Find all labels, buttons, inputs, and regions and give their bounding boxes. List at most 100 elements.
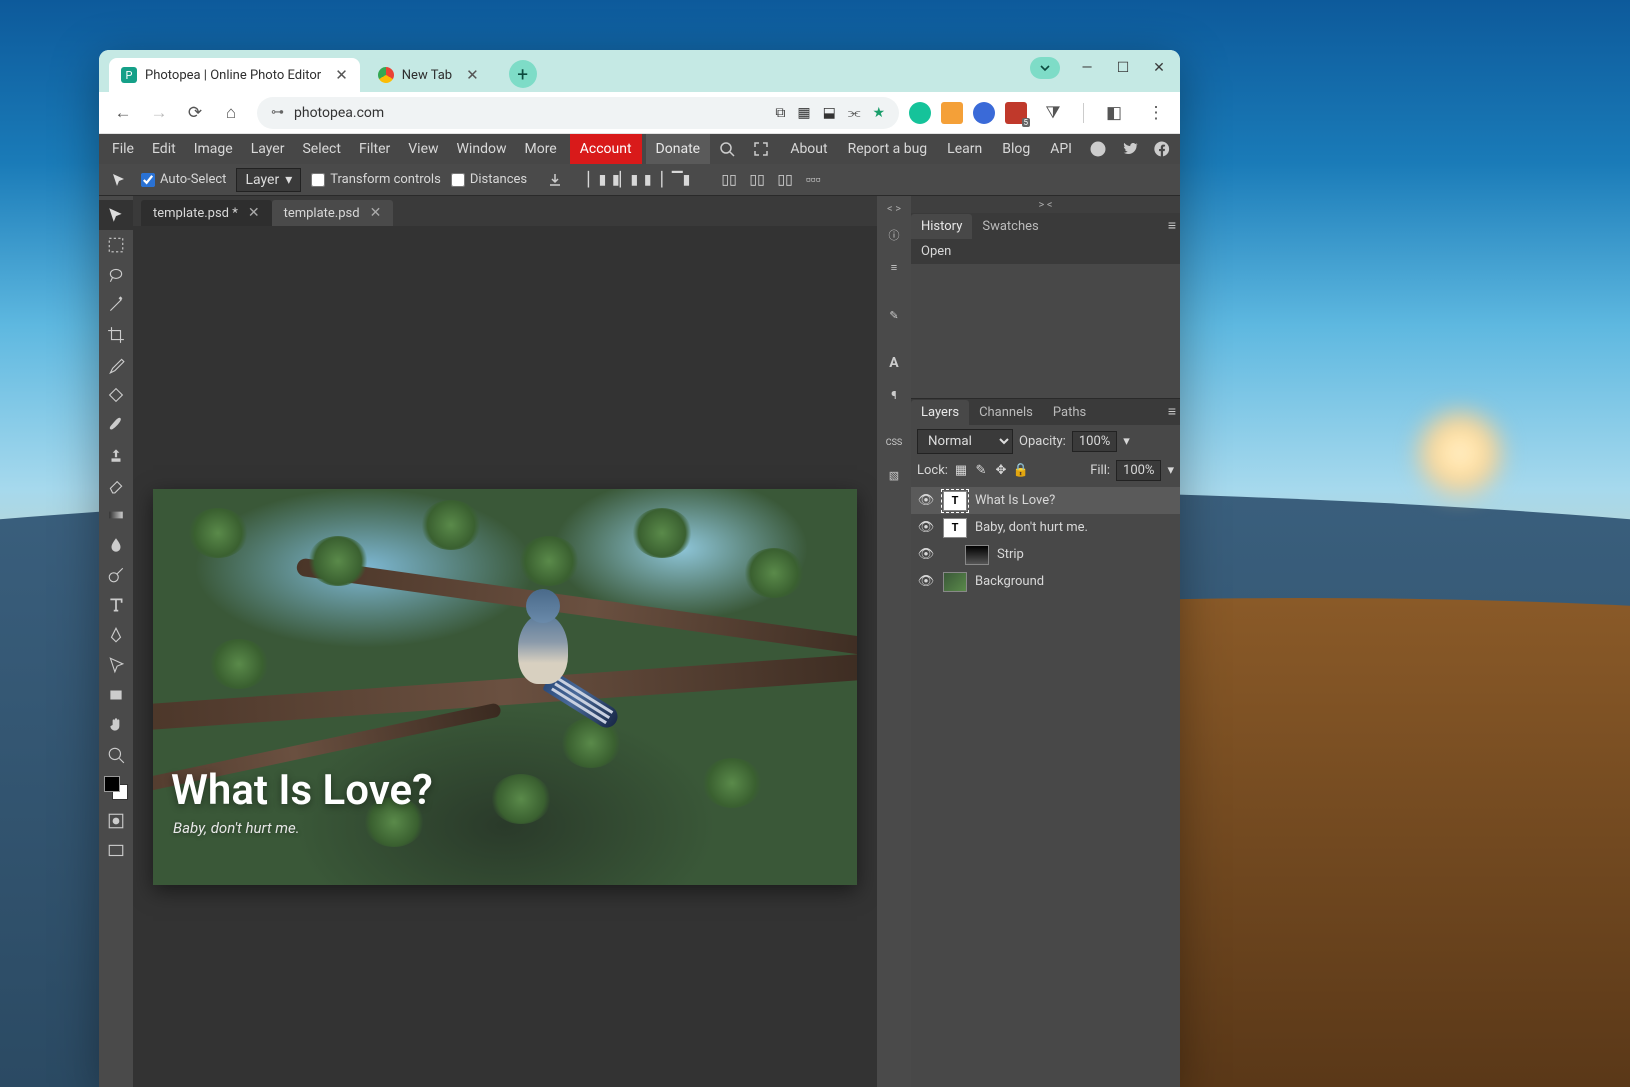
ext-honey-icon[interactable]	[941, 102, 963, 124]
install-icon[interactable]: ⬓	[823, 105, 836, 121]
layer-thumb[interactable]: T	[943, 518, 967, 538]
color-swatches[interactable]	[104, 776, 128, 800]
distribute-spacing-icon[interactable]: ▯▯	[773, 168, 797, 192]
zoom-tool[interactable]	[99, 740, 133, 770]
layers-tab[interactable]: Layers	[911, 400, 969, 425]
history-item-open[interactable]: Open	[911, 239, 1180, 264]
share-icon[interactable]: ⫘	[848, 105, 861, 121]
menu-learn[interactable]: Learn	[939, 134, 990, 164]
blur-tool[interactable]	[99, 530, 133, 560]
extensions-button[interactable]: ⧩	[1037, 97, 1069, 129]
layer-row-what-is-love[interactable]: 👁 T What Is Love?	[911, 487, 1180, 514]
brush-tool[interactable]	[99, 410, 133, 440]
browser-menu-button[interactable]: ⋮	[1140, 97, 1172, 129]
auto-select-checkbox[interactable]: Auto-Select	[141, 172, 226, 187]
tab-search-button[interactable]	[1030, 57, 1060, 79]
gradient-tool[interactable]	[99, 500, 133, 530]
distribute-more-icon[interactable]: ▫▫▫	[801, 168, 825, 192]
menu-edit[interactable]: Edit	[143, 134, 185, 164]
marquee-tool[interactable]	[99, 230, 133, 260]
image-panel-icon[interactable]: ▧	[882, 463, 906, 487]
shape-tool[interactable]	[99, 680, 133, 710]
swatches-tab[interactable]: Swatches	[972, 214, 1048, 239]
lock-position-icon[interactable]: ✥	[994, 464, 1008, 478]
history-tab[interactable]: History	[911, 214, 972, 239]
layer-thumb[interactable]	[965, 545, 989, 565]
menu-view[interactable]: View	[399, 134, 447, 164]
download-icon[interactable]	[543, 168, 567, 192]
fill-slider-icon[interactable]: ▾	[1167, 463, 1174, 478]
new-tab-button[interactable]: +	[509, 60, 537, 88]
close-doc-icon[interactable]: ✕	[248, 205, 260, 221]
path-select-tool[interactable]	[99, 650, 133, 680]
menu-filter[interactable]: Filter	[350, 134, 399, 164]
brushes-panel-icon[interactable]: ✎	[882, 303, 906, 327]
menu-blog[interactable]: Blog	[994, 134, 1038, 164]
lasso-tool[interactable]	[99, 260, 133, 290]
menu-report-bug[interactable]: Report a bug	[840, 134, 936, 164]
transform-controls-checkbox[interactable]: Transform controls	[311, 172, 441, 187]
ext-wallet-icon[interactable]	[973, 102, 995, 124]
home-button[interactable]: ⌂	[215, 97, 247, 129]
visibility-icon[interactable]: 👁	[917, 493, 935, 508]
canvas-subtitle-text[interactable]: Baby, don't hurt me.	[173, 819, 300, 837]
facebook-icon[interactable]	[1151, 138, 1173, 160]
align-left-icon[interactable]: ▏▮	[585, 168, 609, 192]
character-panel-icon[interactable]: A	[882, 351, 906, 375]
distribute-v-icon[interactable]: ▯▯	[745, 168, 769, 192]
crop-tool[interactable]	[99, 320, 133, 350]
align-right-icon[interactable]: ▮▕	[641, 168, 665, 192]
canvas-viewport[interactable]: What Is Love? Baby, don't hurt me.	[133, 226, 877, 1087]
pen-tool[interactable]	[99, 620, 133, 650]
menu-file[interactable]: File	[103, 134, 143, 164]
bookmark-star-icon[interactable]: ★	[872, 105, 885, 121]
reload-button[interactable]: ⟳	[179, 97, 211, 129]
visibility-icon[interactable]: 👁	[917, 520, 935, 535]
target-select[interactable]: Layer▾	[236, 168, 301, 192]
opacity-slider-icon[interactable]: ▾	[1123, 434, 1130, 449]
sidepanel-button[interactable]: ◧	[1098, 97, 1130, 129]
panel-collapse-handle[interactable]: > <	[911, 196, 1180, 213]
menu-image[interactable]: Image	[185, 134, 242, 164]
align-hcenter-icon[interactable]: ▮▏▮	[613, 168, 637, 192]
ext-grammarly-icon[interactable]	[909, 102, 931, 124]
hand-tool[interactable]	[99, 710, 133, 740]
clone-tool[interactable]	[99, 440, 133, 470]
reddit-icon[interactable]	[1087, 138, 1109, 160]
browser-tab-photopea[interactable]: P Photopea | Online Photo Editor ✕	[109, 58, 360, 92]
paths-tab[interactable]: Paths	[1043, 400, 1096, 425]
channels-tab[interactable]: Channels	[969, 400, 1043, 425]
eyedropper-tool[interactable]	[99, 350, 133, 380]
ext-ublock-icon[interactable]: 5	[1005, 102, 1027, 124]
menu-layer[interactable]: Layer	[242, 134, 294, 164]
lock-transparency-icon[interactable]: ▦	[954, 464, 968, 478]
menu-more[interactable]: More	[515, 134, 565, 164]
panel-expand-handle[interactable]: < >	[887, 202, 901, 215]
visibility-icon[interactable]: 👁	[917, 574, 935, 589]
move-tool[interactable]	[99, 200, 133, 230]
align-top-icon[interactable]: ▔▮	[669, 168, 693, 192]
type-tool[interactable]	[99, 590, 133, 620]
canvas[interactable]: What Is Love? Baby, don't hurt me.	[153, 489, 857, 885]
opacity-value[interactable]: 100%	[1072, 431, 1117, 452]
screenmode-tool[interactable]	[99, 836, 133, 866]
menu-api[interactable]: API	[1042, 134, 1080, 164]
wand-tool[interactable]	[99, 290, 133, 320]
forward-button[interactable]: →	[143, 97, 175, 129]
heal-tool[interactable]	[99, 380, 133, 410]
doc-tab-1[interactable]: template.psd *✕	[141, 200, 272, 226]
menu-window[interactable]: Window	[448, 134, 516, 164]
quickmask-tool[interactable]	[99, 806, 133, 836]
fullscreen-icon[interactable]	[744, 134, 778, 164]
menu-about[interactable]: About	[782, 134, 835, 164]
fill-value[interactable]: 100%	[1116, 460, 1161, 481]
lock-pixels-icon[interactable]: ✎	[974, 464, 988, 478]
site-info-icon[interactable]: ⊶	[271, 105, 284, 120]
minimize-button[interactable]: —	[1072, 54, 1102, 82]
qr-icon[interactable]: ▦	[797, 105, 810, 121]
info-panel-icon[interactable]: ⓘ	[882, 223, 906, 247]
dodge-tool[interactable]	[99, 560, 133, 590]
layer-thumb[interactable]: T	[943, 491, 967, 511]
search-icon[interactable]	[710, 134, 744, 164]
maximize-button[interactable]: ☐	[1108, 54, 1138, 82]
